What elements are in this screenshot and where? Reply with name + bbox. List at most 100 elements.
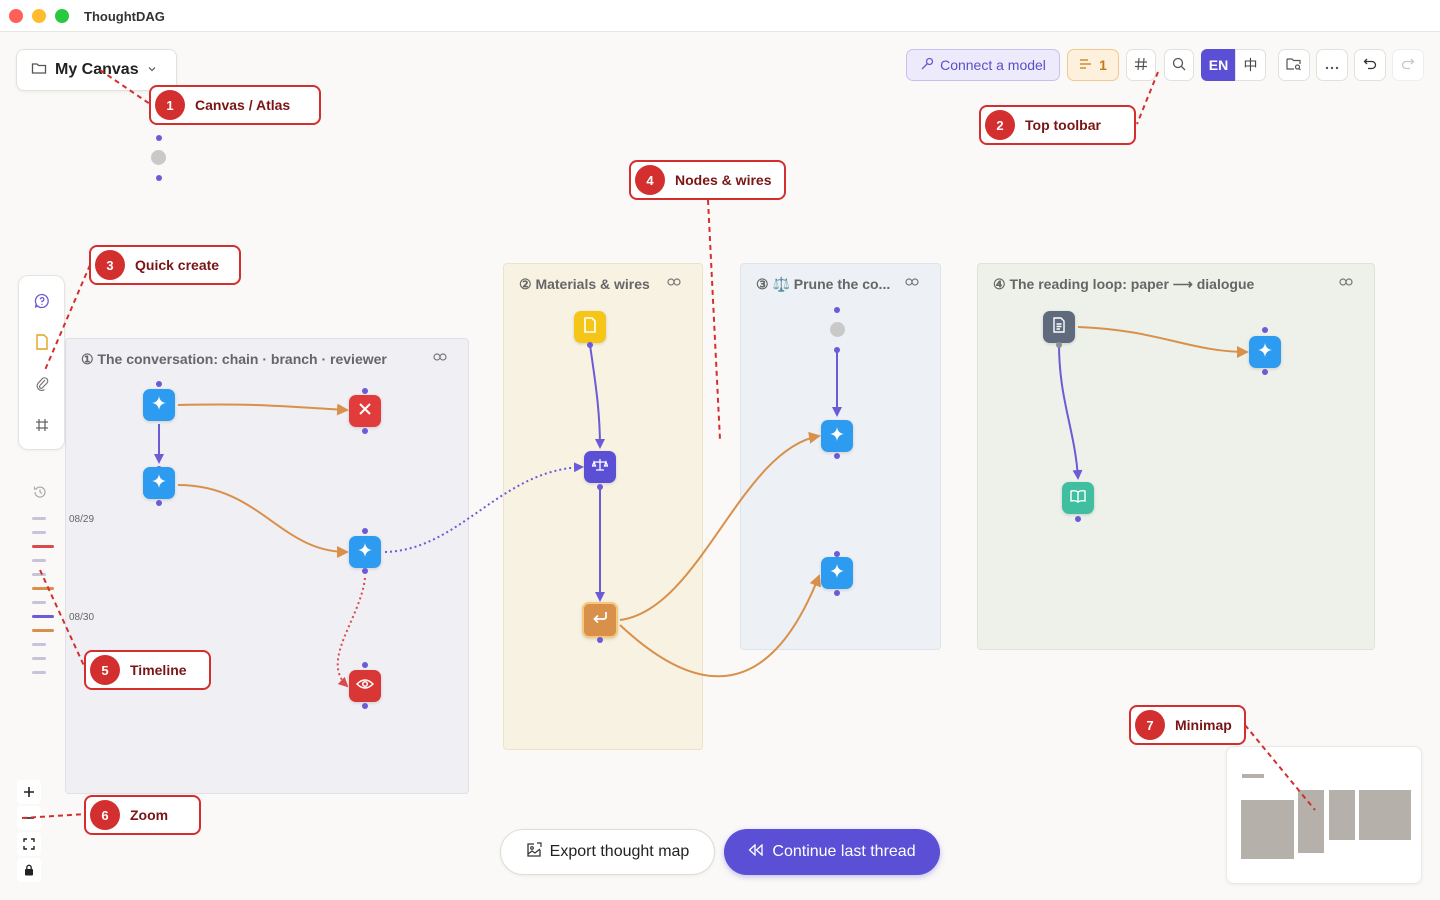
reading-node[interactable] (1062, 482, 1094, 514)
note-node[interactable] (574, 311, 606, 343)
undo-button[interactable] (1354, 49, 1386, 81)
more-button[interactable] (1316, 49, 1348, 81)
minimap-block (1359, 790, 1411, 840)
handle-dot (156, 175, 162, 181)
group-title: ④ The reading loop: paper ⟶ dialogue (993, 276, 1255, 292)
group-prune[interactable]: ③ ⚖️ Prune the co... (740, 263, 941, 650)
book-icon (1070, 489, 1086, 508)
callout-timeline: 5 Timeline (84, 650, 211, 690)
minimap-block (1329, 790, 1355, 840)
handle-dot (597, 637, 603, 643)
quick-create-bar (18, 275, 65, 450)
timeline-tick[interactable] (32, 657, 46, 660)
queue-count: 1 (1099, 57, 1107, 73)
handle-dot (1056, 342, 1062, 348)
timeline-tick[interactable] (32, 531, 46, 534)
handle-dot (362, 528, 368, 534)
handle-dot (362, 388, 368, 394)
timeline-tick[interactable] (32, 545, 54, 548)
timeline-tick[interactable] (32, 601, 46, 604)
undo-icon (1363, 57, 1377, 74)
sparkle-icon (151, 395, 167, 416)
return-node[interactable] (582, 602, 618, 638)
ai-node[interactable] (143, 389, 175, 421)
rejected-node[interactable] (349, 395, 381, 427)
link-icon[interactable] (433, 350, 447, 365)
help-icon[interactable] (32, 291, 52, 311)
minimap-block (1298, 790, 1324, 853)
callout-nodes-wires: 4 Nodes & wires (629, 160, 786, 200)
group-title: ③ ⚖️ Prune the co... (756, 276, 891, 292)
redo-icon (1401, 57, 1415, 74)
fit-view-button[interactable] (17, 832, 41, 856)
ai-node[interactable] (821, 420, 853, 452)
handle-dot (597, 484, 603, 490)
ai-node[interactable] (349, 536, 381, 568)
close-window-button[interactable] (9, 9, 23, 23)
timeline-tick[interactable] (32, 643, 46, 646)
connect-model-button[interactable]: Connect a model (906, 49, 1060, 81)
empty-node[interactable] (151, 150, 166, 165)
handle-dot (156, 381, 162, 387)
timeline-tick[interactable] (32, 671, 46, 674)
hash-icon (1134, 57, 1148, 74)
zoom-in-button[interactable] (17, 780, 41, 804)
note-icon[interactable] (32, 332, 52, 352)
connect-model-label: Connect a model (940, 57, 1046, 73)
lang-en-button[interactable]: EN (1201, 49, 1236, 81)
ai-node[interactable] (143, 467, 175, 499)
redo-button[interactable] (1392, 49, 1424, 81)
fullscreen-icon (23, 834, 35, 855)
grid-button[interactable] (1126, 49, 1156, 81)
ai-node[interactable] (821, 557, 853, 589)
callout-number: 3 (95, 250, 125, 280)
link-icon[interactable] (905, 275, 919, 290)
queue-button[interactable]: 1 (1067, 49, 1119, 81)
zoom-out-button[interactable] (17, 806, 41, 830)
app-title: ThoughtDAG (84, 9, 165, 24)
export-thought-map-button[interactable]: Export thought map (500, 829, 715, 875)
judge-node[interactable] (584, 451, 616, 483)
file-icon (583, 316, 597, 338)
maximize-window-button[interactable] (55, 9, 69, 23)
handle-dot (834, 307, 840, 313)
timeline-tick[interactable] (32, 559, 46, 562)
minimize-window-button[interactable] (32, 9, 46, 23)
timeline-tick[interactable] (32, 587, 54, 590)
link-icon[interactable] (1339, 275, 1353, 290)
callout-label: Timeline (130, 662, 187, 678)
paper-node[interactable] (1043, 311, 1075, 343)
handle-dot (1262, 369, 1268, 375)
open-folder-button[interactable] (1278, 49, 1310, 81)
group-title: ② Materials & wires (519, 276, 650, 292)
search-button[interactable] (1164, 49, 1194, 81)
handle-dot (362, 428, 368, 434)
folder-search-icon (1286, 57, 1302, 74)
minus-icon (23, 808, 35, 829)
timeline-tick[interactable] (32, 615, 54, 618)
timeline-tick[interactable] (32, 517, 46, 520)
paperclip-icon[interactable] (32, 373, 52, 393)
lock-icon (24, 860, 34, 881)
lang-zh-button[interactable]: 中 (1235, 49, 1266, 81)
chevron-down-icon (147, 61, 157, 79)
lock-button[interactable] (17, 858, 41, 882)
link-icon[interactable] (667, 275, 681, 290)
handle-dot (834, 453, 840, 459)
group-reading-loop[interactable]: ④ The reading loop: paper ⟶ dialogue (977, 263, 1375, 650)
minimap-block (1241, 800, 1294, 859)
timeline-tick[interactable] (32, 629, 54, 632)
ai-node[interactable] (1249, 336, 1281, 368)
group-conversation[interactable]: ① The conversation: chain · branch · rev… (65, 338, 469, 794)
minimap[interactable] (1226, 746, 1422, 884)
empty-node[interactable] (830, 322, 845, 337)
continue-last-thread-button[interactable]: Continue last thread (724, 829, 940, 875)
history-icon[interactable] (33, 485, 47, 504)
timeline-tick[interactable] (32, 573, 46, 576)
reviewer-node[interactable] (349, 670, 381, 702)
export-label: Export thought map (549, 843, 690, 860)
minimap-block (1242, 774, 1264, 778)
folder-icon (31, 60, 47, 81)
frame-icon[interactable] (32, 415, 52, 435)
callout-label: Quick create (135, 257, 220, 273)
